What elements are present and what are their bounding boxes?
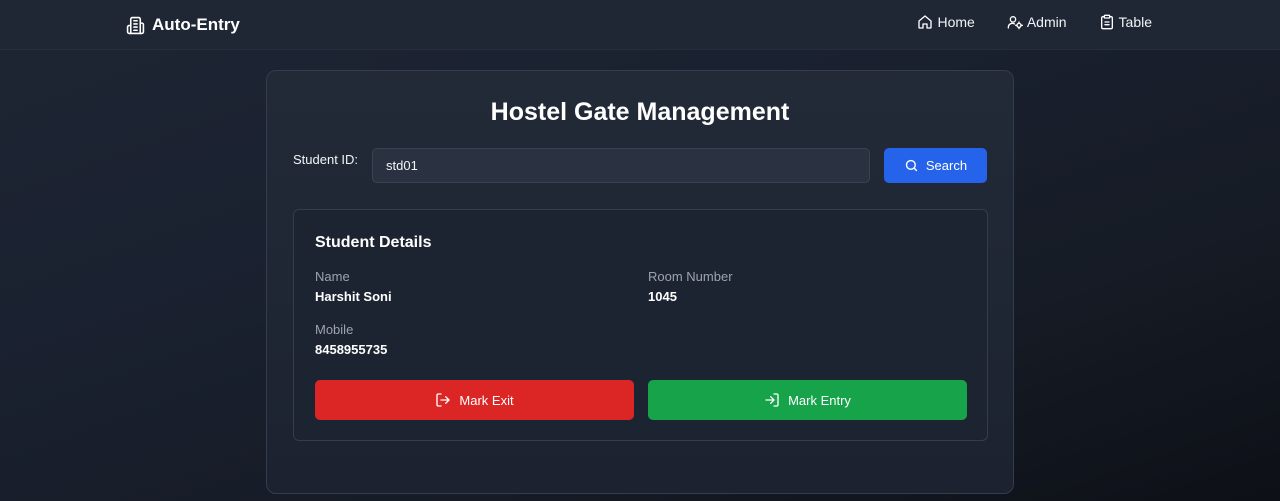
mark-exit-button[interactable]: Mark Exit	[315, 380, 634, 420]
nav-links: Home Admin Table	[917, 14, 1152, 30]
mobile-value: 8458955735	[315, 342, 388, 357]
gate-management-card: Hostel Gate Management Student ID: Searc…	[266, 70, 1014, 494]
room-number-value: 1045	[648, 289, 677, 304]
search-icon	[905, 159, 918, 172]
brand-name: Auto-Entry	[152, 15, 240, 34]
user-cog-icon	[1007, 16, 1023, 30]
nav-admin-link[interactable]: Admin	[1007, 14, 1067, 30]
student-details-panel: Student Details Name Harshit Soni Room N…	[293, 209, 988, 441]
mobile-label: Mobile	[315, 322, 354, 337]
search-button-label: Search	[925, 158, 968, 173]
name-field: Name Harshit Soni	[315, 269, 392, 304]
student-id-label: Student ID:	[293, 152, 359, 167]
nav-table-label: Table	[1118, 14, 1152, 30]
mobile-field: Mobile 8458955735	[315, 322, 387, 357]
search-button[interactable]: Search	[884, 148, 987, 183]
navbar: Auto-Entry Home Admin Table	[0, 0, 1280, 50]
building-icon	[126, 16, 145, 34]
nav-table-link[interactable]: Table	[1099, 14, 1152, 30]
name-label: Name	[315, 269, 350, 284]
home-icon	[918, 15, 933, 29]
mark-exit-label: Mark Exit	[459, 392, 514, 408]
clipboard-icon	[1100, 14, 1113, 30]
brand-logo[interactable]: Auto-Entry	[126, 13, 240, 37]
page-title: Hostel Gate Management	[490, 98, 790, 126]
log-out-icon	[436, 393, 451, 407]
nav-admin-label: Admin	[1026, 14, 1067, 30]
student-id-input[interactable]	[372, 148, 870, 183]
nav-home-link[interactable]: Home	[917, 14, 975, 30]
log-in-icon	[765, 393, 779, 407]
room-number-label: Room Number	[648, 269, 733, 284]
mark-entry-button[interactable]: Mark Entry	[648, 380, 967, 420]
room-number-field: Room Number 1045	[648, 269, 733, 304]
mark-entry-label: Mark Entry	[788, 392, 851, 408]
name-value: Harshit Soni	[315, 289, 392, 304]
student-details-title: Student Details	[315, 234, 432, 251]
nav-home-label: Home	[937, 14, 975, 30]
